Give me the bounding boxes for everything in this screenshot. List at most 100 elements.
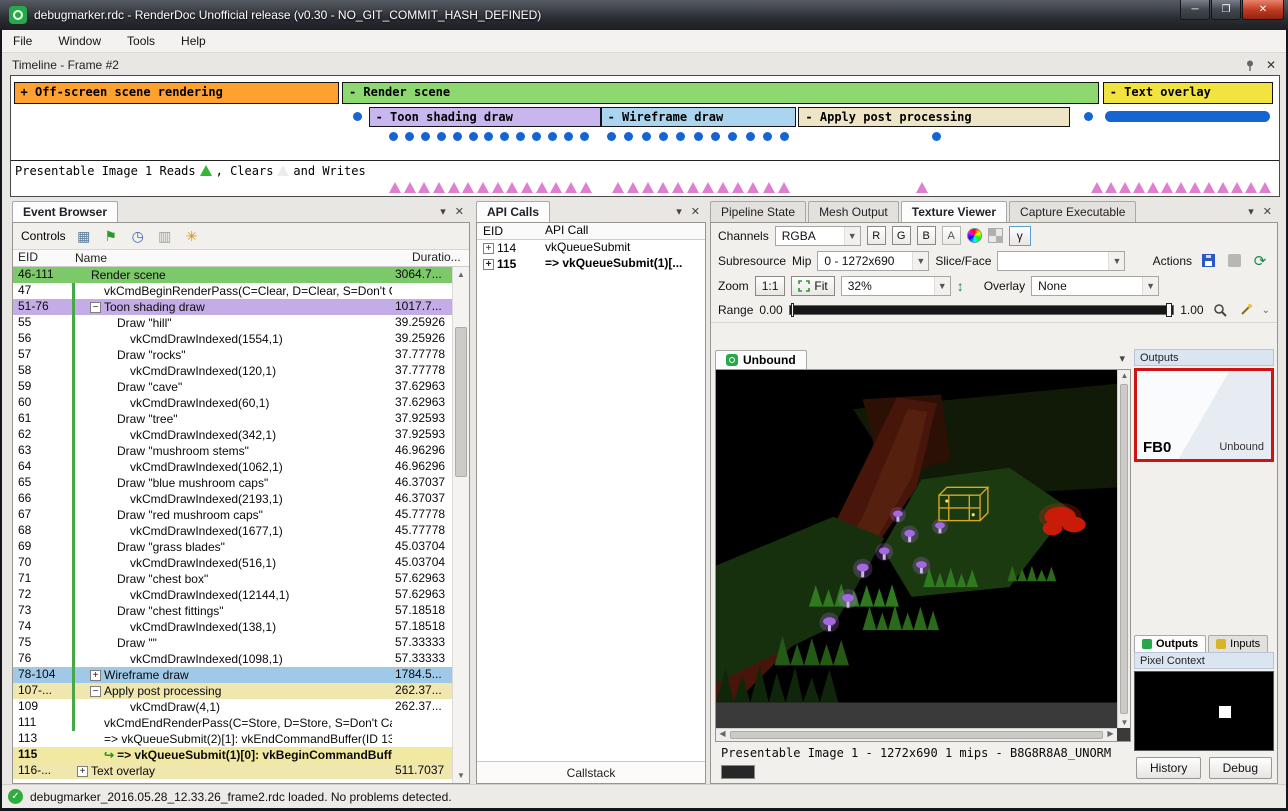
timeline-event-dot[interactable]: [421, 132, 430, 141]
event-row[interactable]: 60vkCmdDrawIndexed(60,1)37.62963: [13, 395, 452, 411]
timeline-event-dot[interactable]: [532, 132, 541, 141]
api-call-row[interactable]: +114vkQueueSubmit: [477, 240, 705, 256]
write-triangle-icon[interactable]: [506, 182, 518, 193]
event-row[interactable]: 107-...−Apply post processing262.37...: [13, 683, 452, 699]
timeline-event-dot[interactable]: [389, 132, 398, 141]
callstack-bar[interactable]: Callstack: [477, 761, 705, 783]
api-column-call[interactable]: API Call: [541, 223, 705, 239]
write-triangle-icon[interactable]: [1161, 182, 1173, 193]
write-triangle-icon[interactable]: [536, 182, 548, 193]
timeline-event-dot[interactable]: [353, 112, 362, 121]
event-row[interactable]: 69Draw "grass blades"45.03704: [13, 539, 452, 555]
event-row[interactable]: 70vkCmdDrawIndexed(516,1)45.03704: [13, 555, 452, 571]
pixel-context-view[interactable]: [1134, 671, 1274, 751]
autofit-wand-icon[interactable]: [1236, 300, 1256, 320]
event-row[interactable]: 47vkCmdBeginRenderPass(C=Clear, D=Clear,…: [13, 283, 452, 299]
timeline-event-dot[interactable]: [564, 132, 573, 141]
scroll-thumb[interactable]: [730, 731, 1103, 739]
timeline-event-dot[interactable]: [607, 132, 616, 141]
event-row[interactable]: 66vkCmdDrawIndexed(2193,1)46.37037: [13, 491, 452, 507]
timeline-event-dot[interactable]: [932, 132, 941, 141]
write-triangle-icon[interactable]: [404, 182, 416, 193]
write-triangle-icon[interactable]: [521, 182, 533, 193]
write-triangle-icon[interactable]: [1105, 182, 1117, 193]
fb0-thumbnail[interactable]: FB0 Unbound: [1134, 368, 1274, 462]
write-triangle-icon[interactable]: [550, 182, 562, 193]
flag-icon[interactable]: ⚑: [102, 227, 120, 245]
settings-icon[interactable]: ✳: [183, 227, 201, 245]
write-triangle-icon[interactable]: [1091, 182, 1103, 193]
column-name[interactable]: Name: [69, 250, 409, 266]
fit-button[interactable]: Fit: [791, 276, 834, 296]
write-triangle-icon[interactable]: [433, 182, 445, 193]
zoom-dropdown[interactable]: 32% ▼: [841, 276, 951, 296]
timeline-event-dot[interactable]: [548, 132, 557, 141]
scroll-right-icon[interactable]: ▶: [1104, 729, 1117, 738]
write-triangle-icon[interactable]: [1259, 182, 1271, 193]
debug-button[interactable]: Debug: [1209, 757, 1272, 779]
write-triangle-icon[interactable]: [747, 182, 759, 193]
timeline-event-dot[interactable]: [780, 132, 789, 141]
event-row[interactable]: 111vkCmdEndRenderPass(C=Store, D=Store, …: [13, 715, 452, 731]
scroll-up-icon[interactable]: ▲: [453, 267, 469, 282]
event-row[interactable]: 46-111Render scene3064.7...: [13, 267, 452, 283]
range-slider[interactable]: [789, 305, 1175, 315]
write-triangle-icon[interactable]: [1217, 182, 1229, 193]
write-triangle-icon[interactable]: [627, 182, 639, 193]
scroll-thumb[interactable]: [1120, 384, 1128, 714]
pin-icon[interactable]: [1245, 60, 1256, 71]
timeline-event-dot[interactable]: [728, 132, 737, 141]
expander-icon[interactable]: +: [77, 766, 88, 777]
timeline-event-dot[interactable]: [500, 132, 509, 141]
channel-g-button[interactable]: G: [892, 226, 911, 245]
event-row[interactable]: 72vkCmdDrawIndexed(12144,1)57.62963: [13, 587, 452, 603]
event-row[interactable]: 73Draw "chest fittings"57.18518: [13, 603, 452, 619]
event-row[interactable]: 78-104+Wireframe draw1784.5...: [13, 667, 452, 683]
write-triangle-icon[interactable]: [717, 182, 729, 193]
maximize-button[interactable]: ❐: [1211, 0, 1241, 20]
write-triangle-icon[interactable]: [612, 182, 624, 193]
gamma-button[interactable]: γ: [1009, 226, 1031, 246]
zoom-1to1-button[interactable]: 1:1: [755, 276, 786, 296]
write-triangle-icon[interactable]: [1203, 182, 1215, 193]
range-max-value[interactable]: 1.00: [1180, 303, 1203, 317]
right-panel-menu-icon[interactable]: ▾: [1248, 205, 1254, 218]
channels-dropdown[interactable]: RGBA ▼: [775, 226, 861, 246]
menu-tools[interactable]: Tools: [114, 31, 168, 51]
write-triangle-icon[interactable]: [916, 182, 928, 193]
event-row[interactable]: 62vkCmdDrawIndexed(342,1)37.92593: [13, 427, 452, 443]
color-wheel-icon[interactable]: [967, 228, 982, 243]
timeline-event-dot[interactable]: [580, 132, 589, 141]
texture-vscrollbar[interactable]: ▲ ▼: [1117, 370, 1130, 728]
write-triangle-icon[interactable]: [672, 182, 684, 193]
timeline-marker-wireframe-draw[interactable]: - Wireframe draw: [601, 107, 796, 127]
write-triangle-icon[interactable]: [732, 182, 744, 193]
scroll-down-icon[interactable]: ▼: [453, 768, 469, 783]
event-row[interactable]: 55Draw "hill"39.25926: [13, 315, 452, 331]
event-row[interactable]: 64vkCmdDrawIndexed(1062,1)46.96296: [13, 459, 452, 475]
timeline-event-dot[interactable]: [405, 132, 414, 141]
timeline-event-dot[interactable]: [676, 132, 685, 141]
menu-file[interactable]: File: [0, 31, 45, 51]
texture-hscrollbar[interactable]: ◀ ▶: [716, 728, 1117, 741]
scroll-thumb[interactable]: [455, 327, 467, 477]
flip-y-icon[interactable]: ↕: [957, 278, 964, 294]
write-triangle-icon[interactable]: [492, 182, 504, 193]
write-triangle-icon[interactable]: [1133, 182, 1145, 193]
tab-texture-viewer[interactable]: Texture Viewer: [901, 201, 1007, 223]
event-row[interactable]: 75Draw ""57.33333: [13, 635, 452, 651]
expander-icon[interactable]: +: [483, 259, 494, 270]
write-triangle-icon[interactable]: [462, 182, 474, 193]
clock-icon[interactable]: ◷: [129, 227, 147, 245]
event-row[interactable]: 115↪=> vkQueueSubmit(1)[0]: vkBeginComma…: [13, 747, 452, 763]
close-button[interactable]: ✕: [1242, 0, 1284, 20]
expander-icon[interactable]: +: [90, 670, 101, 681]
event-row[interactable]: 58vkCmdDrawIndexed(120,1)37.77778: [13, 363, 452, 379]
event-row[interactable]: 76vkCmdDrawIndexed(1098,1)57.33333: [13, 651, 452, 667]
timeline-event-dot[interactable]: [469, 132, 478, 141]
mip-dropdown[interactable]: 0 - 1272x690 ▼: [817, 251, 929, 271]
right-panel-close-icon[interactable]: ✕: [1263, 205, 1272, 218]
scroll-down-icon[interactable]: ▼: [1118, 718, 1131, 727]
event-browser-close-icon[interactable]: ✕: [455, 205, 464, 218]
texture-display[interactable]: ▲ ▼ ◀ ▶: [715, 369, 1131, 742]
